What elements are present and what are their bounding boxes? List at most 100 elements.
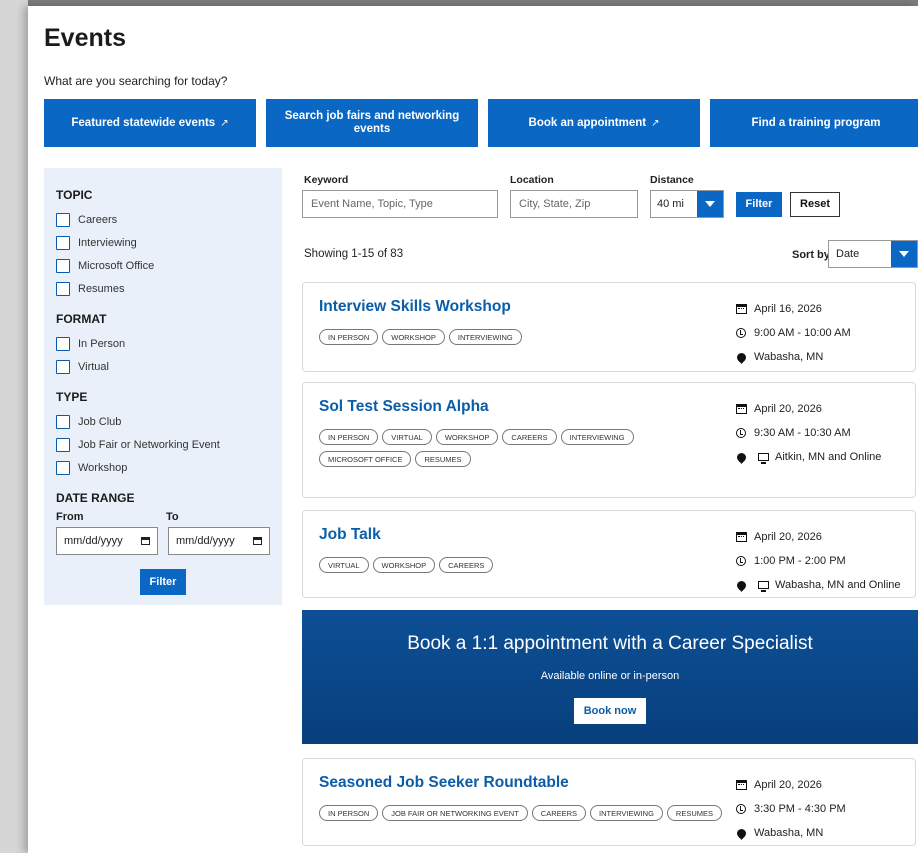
training-program-button[interactable]: Find a training program bbox=[710, 99, 918, 147]
type-job-fair-option[interactable]: Job Fair or Networking Event bbox=[56, 433, 270, 456]
location-pin-icon bbox=[734, 826, 748, 840]
event-date: April 16, 2026 bbox=[754, 303, 822, 315]
checkbox[interactable] bbox=[56, 235, 70, 250]
calendar-icon[interactable] bbox=[141, 537, 150, 545]
search-prompt: What are you searching for today? bbox=[44, 74, 228, 88]
format-heading: FORMAT bbox=[56, 312, 107, 326]
event-time: 3:30 PM - 4:30 PM bbox=[754, 803, 846, 815]
event-time: 9:00 AM - 10:00 AM bbox=[754, 327, 851, 339]
banner-subtitle: Available online or in-person bbox=[540, 670, 680, 682]
job-fairs-button[interactable]: Search job fairs and networking events bbox=[266, 99, 478, 147]
calendar-icon bbox=[735, 304, 747, 314]
chevron-down-icon[interactable] bbox=[697, 191, 723, 217]
event-tags: IN PERSON WORKSHOP INTERVIEWING bbox=[319, 329, 709, 345]
date-inputs: mm/dd/yyyy mm/dd/yyyy bbox=[56, 527, 270, 555]
filter-sidebar: TOPIC Careers Interviewing Microsoft Off… bbox=[44, 168, 282, 605]
distance-select[interactable]: 40 mi bbox=[650, 190, 724, 218]
checkbox[interactable] bbox=[56, 437, 70, 452]
option-label: Job Fair or Networking Event bbox=[78, 438, 220, 451]
event-tag: CAREERS bbox=[502, 429, 557, 445]
chevron-down-icon[interactable] bbox=[891, 241, 917, 267]
featured-events-button[interactable]: Featured statewide events ↗ bbox=[44, 99, 256, 147]
training-program-label: Find a training program bbox=[751, 116, 881, 129]
sidebar-filter-button[interactable]: Filter bbox=[140, 569, 186, 595]
sort-value: Date bbox=[836, 248, 860, 260]
event-tag: INTERVIEWING bbox=[448, 329, 522, 345]
event-title-link[interactable]: Interview Skills Workshop bbox=[319, 298, 511, 316]
search-filter-button[interactable]: Filter bbox=[736, 192, 782, 217]
book-now-button[interactable]: Book now bbox=[574, 698, 646, 724]
from-date-value: mm/dd/yyyy bbox=[64, 535, 123, 547]
event-tag: IN PERSON bbox=[319, 329, 379, 345]
checkbox[interactable] bbox=[56, 281, 70, 296]
checkbox[interactable] bbox=[56, 414, 70, 429]
event-time: 9:30 AM - 10:30 AM bbox=[754, 427, 851, 439]
type-job-club-option[interactable]: Job Club bbox=[56, 410, 270, 433]
checkbox[interactable] bbox=[56, 460, 70, 475]
option-label: Virtual bbox=[78, 360, 109, 373]
calendar-icon bbox=[735, 532, 747, 542]
event-title-link[interactable]: Job Talk bbox=[319, 526, 381, 544]
event-tags: IN PERSON VIRTUAL WORKSHOP CAREERS INTER… bbox=[319, 429, 649, 467]
option-label: Workshop bbox=[78, 461, 128, 474]
type-workshop-option[interactable]: Workshop bbox=[56, 456, 270, 479]
monitor-icon bbox=[758, 581, 769, 592]
distance-value: 40 mi bbox=[657, 198, 684, 210]
event-tag: VIRTUAL bbox=[319, 557, 369, 573]
book-appointment-label: Book an appointment bbox=[528, 116, 647, 129]
event-location: Aitkin, MN and Online bbox=[775, 451, 882, 463]
checkbox[interactable] bbox=[56, 336, 70, 351]
from-date-input[interactable]: mm/dd/yyyy bbox=[56, 527, 158, 555]
location-pin-icon bbox=[734, 578, 748, 592]
event-tag: WORKSHOP bbox=[435, 429, 499, 445]
calendar-icon bbox=[735, 780, 747, 790]
event-location: Wabasha, MN bbox=[754, 351, 824, 363]
featured-events-label: Featured statewide events bbox=[71, 116, 216, 129]
checkbox[interactable] bbox=[56, 212, 70, 227]
book-appointment-button[interactable]: Book an appointment ↗ bbox=[488, 99, 700, 147]
location-input[interactable]: City, State, Zip bbox=[510, 190, 638, 218]
quick-links: Featured statewide events ↗ Search job f… bbox=[44, 99, 918, 147]
keyword-input[interactable]: Event Name, Topic, Type bbox=[302, 190, 498, 218]
topic-interviewing-option[interactable]: Interviewing bbox=[56, 231, 270, 254]
reset-button[interactable]: Reset bbox=[790, 192, 840, 217]
event-meta: April 20, 2026 3:30 PM - 4:30 PM Wabasha… bbox=[733, 773, 846, 845]
format-virtual-option[interactable]: Virtual bbox=[56, 355, 270, 378]
to-date-input[interactable]: mm/dd/yyyy bbox=[168, 527, 270, 555]
event-tag: INTERVIEWING bbox=[590, 805, 663, 821]
event-tag: CAREERS bbox=[531, 805, 587, 821]
topic-microsoft-office-option[interactable]: Microsoft Office bbox=[56, 254, 270, 277]
event-tag: RESUMES bbox=[415, 451, 471, 467]
option-label: Resumes bbox=[78, 282, 125, 295]
event-card: Interview Skills Workshop IN PERSON WORK… bbox=[302, 282, 916, 372]
checkbox[interactable] bbox=[56, 258, 70, 273]
event-tag: JOB FAIR OR NETWORKING EVENT bbox=[382, 805, 528, 821]
event-card: Sol Test Session Alpha IN PERSON VIRTUAL… bbox=[302, 382, 916, 498]
results-count: Showing 1-15 of 83 bbox=[304, 248, 404, 260]
type-heading: TYPE bbox=[56, 390, 88, 404]
event-tag: VIRTUAL bbox=[382, 429, 432, 445]
external-link-icon: ↗ bbox=[220, 117, 229, 129]
checkbox[interactable] bbox=[56, 359, 70, 374]
event-title-link[interactable]: Seasoned Job Seeker Roundtable bbox=[319, 774, 569, 792]
event-date: April 20, 2026 bbox=[754, 779, 822, 791]
event-location: Wabasha, MN and Online bbox=[775, 579, 901, 591]
topic-resumes-option[interactable]: Resumes bbox=[56, 277, 270, 300]
career-specialist-banner: Book a 1:1 appointment with a Career Spe… bbox=[302, 610, 918, 744]
from-label: From bbox=[56, 511, 84, 523]
event-meta: April 16, 2026 9:00 AM - 10:00 AM Wabash… bbox=[733, 297, 851, 369]
distance-label: Distance bbox=[650, 174, 694, 186]
format-in-person-option[interactable]: In Person bbox=[56, 332, 270, 355]
sort-label: Sort by bbox=[792, 249, 830, 261]
event-title-link[interactable]: Sol Test Session Alpha bbox=[319, 398, 489, 416]
event-date: April 20, 2026 bbox=[754, 531, 822, 543]
calendar-icon[interactable] bbox=[253, 537, 262, 545]
calendar-icon bbox=[735, 404, 747, 414]
event-tags: VIRTUAL WORKSHOP CAREERS bbox=[319, 557, 709, 573]
option-label: Interviewing bbox=[78, 236, 137, 249]
clock-icon bbox=[736, 428, 746, 438]
topic-careers-option[interactable]: Careers bbox=[56, 208, 270, 231]
monitor-icon bbox=[758, 453, 769, 464]
date-labels: From To bbox=[56, 511, 270, 523]
sort-select[interactable]: Date bbox=[828, 240, 918, 268]
